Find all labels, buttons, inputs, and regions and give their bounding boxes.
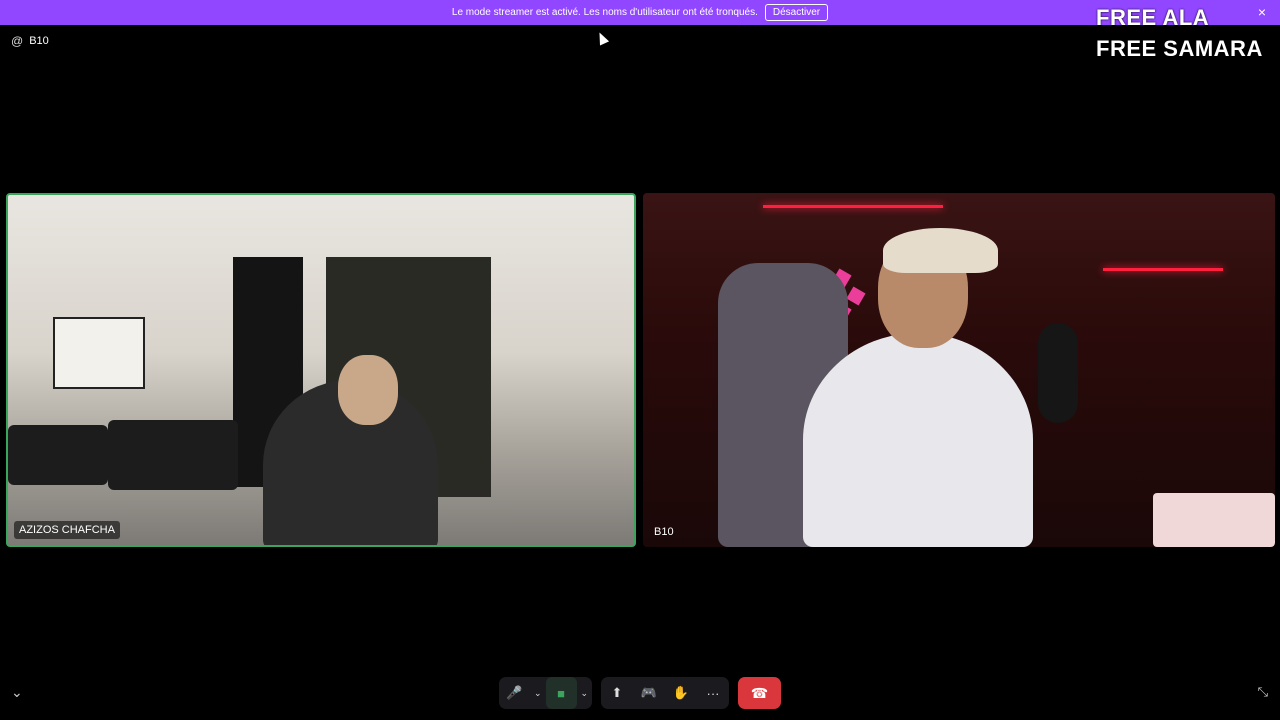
more-options-icon[interactable]: ··· [697, 677, 729, 709]
call-controls: 🎤 ⌄ ■ ⌄ ⬆ 🎮 ✋ ··· ☎ [0, 677, 1280, 709]
couch-left [8, 425, 108, 485]
video-tile-right[interactable]: B10 [643, 193, 1275, 547]
streamer-mode-banner: Le mode streamer est activé. Les noms d'… [0, 0, 1280, 25]
camera-icon[interactable]: ■ [545, 677, 577, 709]
microphone [1038, 323, 1078, 423]
close-icon[interactable]: × [1258, 4, 1266, 20]
hangup-phone-icon: ☎ [750, 684, 769, 701]
exit-fullscreen-icon[interactable]: ⤡ [1258, 684, 1268, 700]
led-strip [1103, 268, 1223, 271]
activity-gamepad-icon[interactable]: 🎮 [633, 677, 665, 709]
participant-name-label: B10 [654, 526, 674, 538]
camera-options-chevron-icon[interactable]: ⌄ [577, 677, 593, 709]
person-left-head [338, 355, 398, 425]
at-icon: @ [11, 34, 24, 48]
led-strip [763, 205, 943, 208]
wall-painting [53, 317, 145, 389]
banner-message: Le mode streamer est activé. Les noms d'… [451, 7, 758, 18]
overlay-text-line1: FREE ALA [1096, 5, 1210, 30]
microphone-icon[interactable]: 🎤 [499, 677, 530, 709]
hex-light [846, 286, 866, 306]
video-tile-left[interactable]: AZIZOS CHAFCHA [6, 193, 636, 547]
share-screen-icon[interactable]: ⬆ [601, 677, 633, 709]
keyboard [1153, 493, 1275, 547]
soundboard-icon[interactable]: ✋ [665, 677, 697, 709]
participant-name-label: AZIZOS CHAFCHA [14, 521, 120, 539]
overlay-text-line2: FREE SAMARA [1096, 36, 1263, 61]
mouse-cursor [594, 30, 610, 46]
channel-name: B10 [29, 35, 49, 47]
disable-streamer-mode-button[interactable]: Désactiver [764, 4, 829, 21]
channel-header: @ B10 [11, 34, 49, 48]
disconnect-button[interactable]: ☎ [738, 677, 781, 709]
audio-video-group: 🎤 ⌄ ■ ⌄ [499, 677, 592, 709]
couch-right [108, 420, 238, 490]
person-right-body [803, 333, 1033, 547]
activities-group: ⬆ 🎮 ✋ ··· [601, 677, 729, 709]
mic-options-chevron-icon[interactable]: ⌄ [530, 677, 546, 709]
cap [883, 228, 998, 273]
